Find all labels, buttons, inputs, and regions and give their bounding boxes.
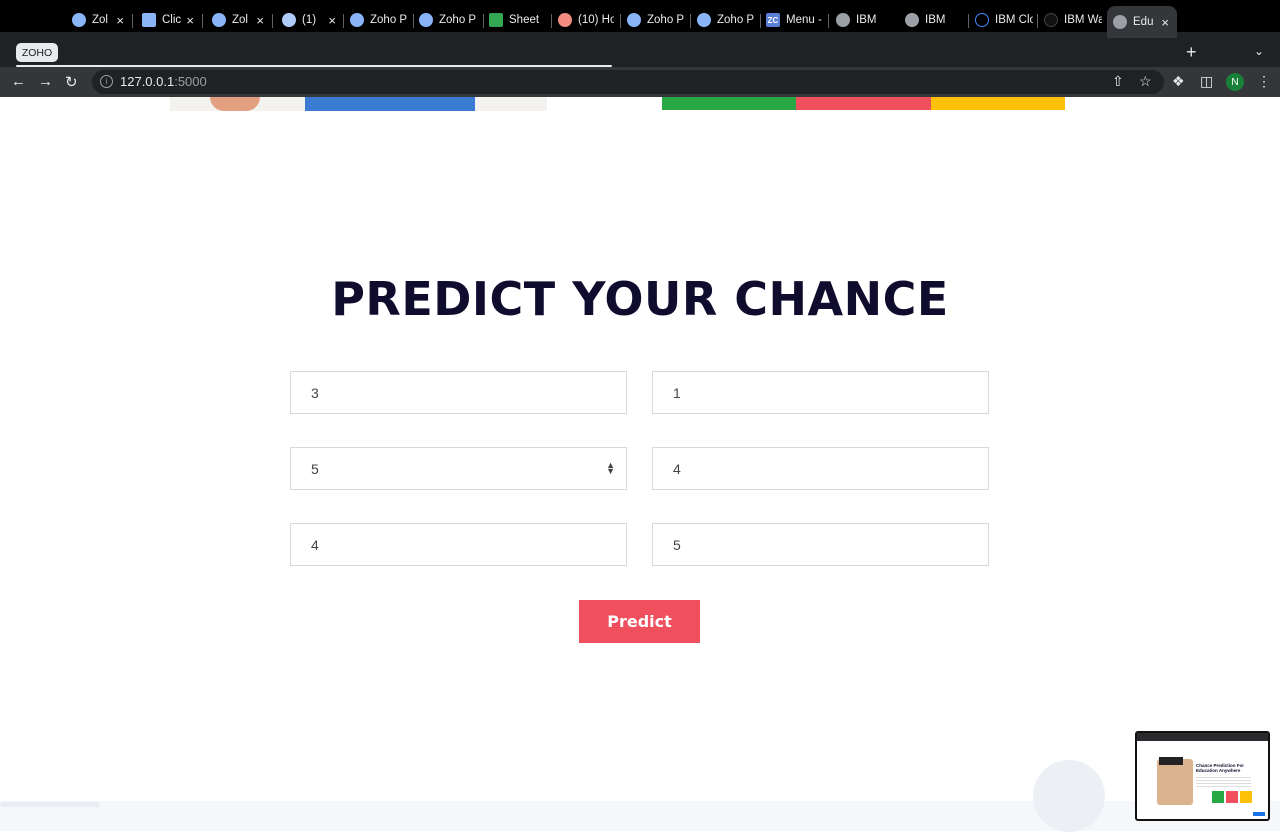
tab-sheet[interactable]: Sheet bbox=[489, 7, 549, 33]
select-arrows-icon: ▲ ▼ bbox=[606, 460, 615, 476]
preview-browser-bar bbox=[1137, 733, 1268, 741]
tab-separator bbox=[483, 14, 484, 28]
close-icon[interactable]: × bbox=[326, 13, 338, 28]
feature-bar-green bbox=[662, 97, 796, 110]
preview-graduation-cap bbox=[1159, 757, 1183, 765]
kebab-menu-icon[interactable]: ⋮ bbox=[1257, 73, 1271, 90]
tab-group-chip[interactable]: ZOHO bbox=[16, 43, 58, 62]
close-icon[interactable]: × bbox=[184, 13, 196, 28]
preview-hero-image bbox=[1157, 759, 1193, 805]
close-icon[interactable]: × bbox=[254, 13, 266, 28]
side-panel-icon[interactable]: ◫ bbox=[1200, 73, 1213, 90]
input-field-4[interactable]: 4 bbox=[652, 447, 989, 490]
input-field-6[interactable]: 5 bbox=[652, 523, 989, 566]
tab-separator bbox=[343, 14, 344, 28]
input-field-2[interactable]: 1 bbox=[652, 371, 989, 414]
tab-zoho-people-3[interactable]: Zoho P bbox=[350, 7, 412, 33]
zoho-people-icon bbox=[350, 13, 364, 27]
tab-zoho-people-4[interactable]: Zoho P bbox=[419, 7, 479, 33]
tab-separator bbox=[551, 14, 552, 28]
reload-icon[interactable]: ↻ bbox=[65, 73, 78, 91]
tab-separator bbox=[272, 14, 273, 28]
zoho-people-icon bbox=[627, 13, 641, 27]
section-heading: PREDICT YOUR CHANCE bbox=[331, 272, 949, 326]
tab-zoho-people-5[interactable]: Zoho P bbox=[627, 7, 687, 33]
tab-separator bbox=[413, 14, 414, 28]
hero-student-image bbox=[170, 97, 547, 111]
share-icon[interactable]: ⇧ bbox=[1112, 73, 1124, 90]
zoho-creator-icon: ZC bbox=[766, 13, 780, 27]
predict-button[interactable]: Predict bbox=[579, 600, 700, 643]
tab-mail[interactable]: (1) × bbox=[282, 7, 338, 33]
tab-separator bbox=[202, 14, 203, 28]
preview-red-box bbox=[1226, 791, 1238, 803]
extensions-puzzle-icon[interactable]: ❖ bbox=[1172, 73, 1185, 90]
chat-icon bbox=[142, 13, 156, 27]
select-field[interactable]: 5 ▲ ▼ bbox=[290, 447, 627, 490]
ibm-watson-icon bbox=[1044, 13, 1058, 27]
feature-bar-red bbox=[796, 97, 931, 110]
tab-separator bbox=[760, 14, 761, 28]
preview-yellow-box bbox=[1240, 791, 1252, 803]
bookmark-star-icon[interactable]: ☆ bbox=[1139, 73, 1152, 90]
new-tab-button[interactable]: + bbox=[1186, 42, 1197, 63]
site-info-icon[interactable]: i bbox=[100, 75, 113, 88]
preview-green-box bbox=[1212, 791, 1224, 803]
tab-active-edu[interactable]: Edu × bbox=[1107, 6, 1177, 38]
close-icon[interactable]: × bbox=[1159, 15, 1171, 30]
zoho-people-icon bbox=[697, 13, 711, 27]
hub-icon bbox=[558, 13, 572, 27]
tab-separator bbox=[620, 14, 621, 28]
back-arrow-icon[interactable]: ← bbox=[11, 73, 26, 90]
tab-hub[interactable]: (10) Ho bbox=[558, 7, 614, 33]
preview-corner-badge bbox=[1253, 812, 1265, 816]
tab-separator bbox=[690, 14, 691, 28]
mail-icon bbox=[282, 13, 296, 27]
address-bar[interactable] bbox=[92, 70, 1164, 94]
ibm-cloud-icon bbox=[975, 13, 989, 27]
tab-zoho-people-6[interactable]: Zoho P bbox=[697, 7, 757, 33]
footer-decoration bbox=[0, 802, 100, 807]
input-field-5[interactable]: 4 bbox=[290, 523, 627, 566]
tab-separator bbox=[1037, 14, 1038, 28]
tab-ibm-2[interactable]: IBM bbox=[905, 7, 963, 33]
tab-zoho-people-2[interactable]: Zol × bbox=[212, 7, 266, 33]
hero-image-part bbox=[305, 97, 475, 111]
tab-ibm-1[interactable]: IBM bbox=[836, 7, 894, 33]
forward-arrow-icon[interactable]: → bbox=[38, 73, 53, 90]
zoho-people-icon bbox=[72, 13, 86, 27]
globe-icon bbox=[836, 13, 850, 27]
zoho-people-icon bbox=[419, 13, 433, 27]
select-value: 5 bbox=[311, 460, 319, 477]
preview-title: Chance Prediction For Education Anywhere bbox=[1196, 763, 1245, 773]
tab-search-button[interactable]: ⌄ bbox=[1254, 44, 1264, 58]
globe-icon bbox=[905, 13, 919, 27]
zoho-people-icon bbox=[212, 13, 226, 27]
sheet-icon bbox=[489, 13, 503, 27]
tab-ibm-watson[interactable]: IBM Wa bbox=[1044, 7, 1102, 33]
tab-zoho-people-1[interactable]: Zol × bbox=[72, 7, 126, 33]
globe-icon bbox=[1113, 15, 1127, 29]
tab-separator bbox=[828, 14, 829, 28]
tab-separator bbox=[968, 14, 969, 28]
hero-image-part bbox=[210, 97, 260, 111]
url-text[interactable]: 127.0.0.1:5000 bbox=[120, 74, 207, 89]
tab-zoho-creator[interactable]: ZC Menu - bbox=[766, 7, 824, 33]
tab-ibm-cloud[interactable]: IBM Clo bbox=[975, 7, 1033, 33]
picture-in-picture-preview[interactable]: Chance Prediction For Education Anywhere bbox=[1135, 731, 1270, 821]
close-icon[interactable]: × bbox=[114, 13, 126, 28]
tab-separator bbox=[132, 14, 133, 28]
footer-circle-decoration bbox=[1033, 760, 1105, 832]
feature-bar-yellow bbox=[931, 97, 1065, 110]
tab-chat[interactable]: Clic × bbox=[142, 7, 196, 33]
input-field-1[interactable]: 3 bbox=[290, 371, 627, 414]
preview-text-lines bbox=[1196, 777, 1251, 787]
profile-avatar[interactable]: N bbox=[1226, 73, 1244, 91]
